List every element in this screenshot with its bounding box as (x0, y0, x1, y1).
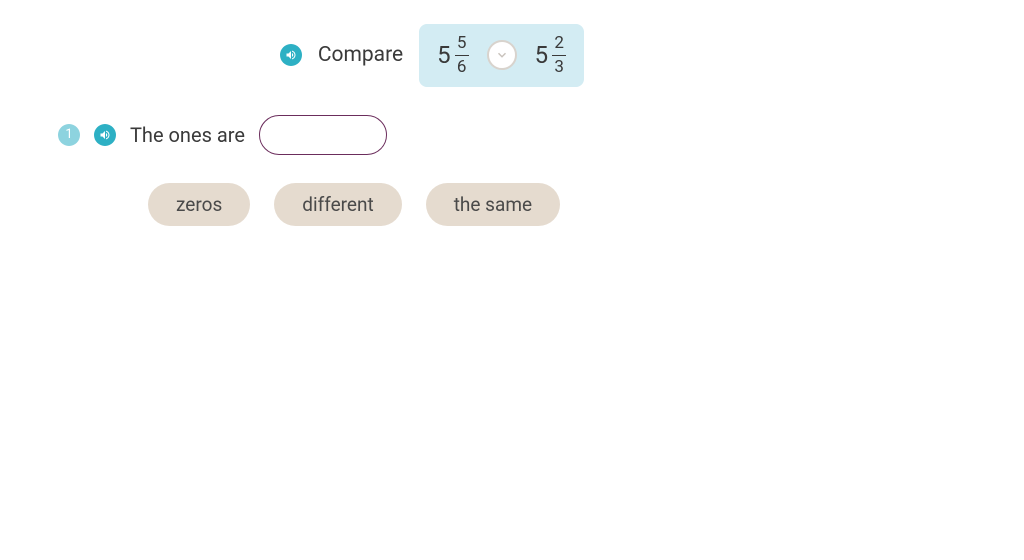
answer-blank[interactable] (259, 115, 387, 155)
option-zeros[interactable]: zeros (148, 183, 250, 226)
comparison-dropdown[interactable] (487, 40, 517, 70)
step-text: The ones are (130, 123, 245, 147)
left-number: 5 5 6 (437, 34, 469, 77)
compare-box: 5 5 6 5 2 3 (419, 24, 584, 87)
compare-label: Compare (318, 43, 403, 67)
option-different[interactable]: different (274, 183, 401, 226)
left-numerator: 5 (457, 34, 467, 53)
step-number-badge: 1 (58, 124, 80, 146)
right-fraction: 2 3 (552, 34, 566, 77)
compare-row: Compare 5 5 6 5 2 3 (0, 24, 864, 87)
right-number: 5 2 3 (535, 34, 567, 77)
right-whole: 5 (535, 41, 549, 69)
step-row: 1 The ones are (58, 115, 1024, 155)
option-the-same[interactable]: the same (426, 183, 560, 226)
options-row: zeros different the same (148, 183, 1024, 226)
fraction-line (455, 55, 469, 57)
left-fraction: 5 6 (455, 34, 469, 77)
fraction-line (552, 55, 566, 57)
right-numerator: 2 (554, 34, 564, 53)
audio-icon[interactable] (94, 124, 116, 146)
audio-icon[interactable] (280, 44, 302, 66)
left-denominator: 6 (457, 58, 467, 77)
exercise-container: Compare 5 5 6 5 2 3 (0, 0, 1024, 226)
right-denominator: 3 (554, 58, 564, 77)
chevron-down-icon (495, 48, 509, 62)
left-whole: 5 (437, 41, 451, 69)
